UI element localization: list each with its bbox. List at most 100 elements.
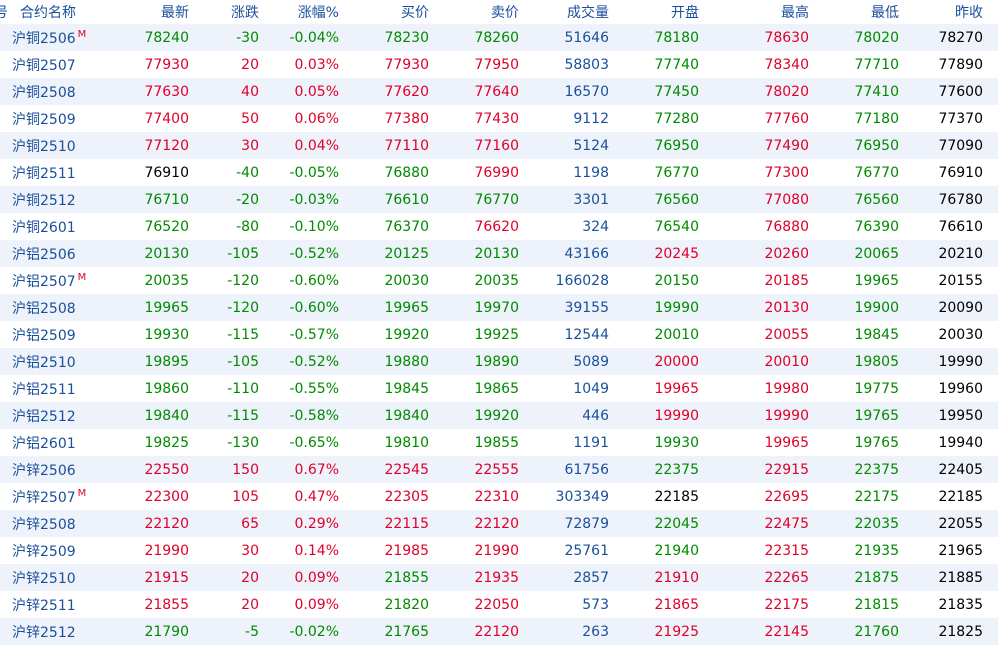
table-row[interactable]: 沪铜2509 77400 50 0.06% 77380 77430 9112 77280 777… <box>0 105 998 132</box>
open-price: 76770 <box>654 164 699 181</box>
table-row[interactable]: 沪锌2506 22550 150 0.67% 22545 22555 61756 22375 2… <box>0 456 998 483</box>
change-pct: 0.14% <box>294 542 339 559</box>
change: 65 <box>241 515 259 532</box>
high-price: 22695 <box>764 488 809 505</box>
table-row[interactable]: 沪铝2509 19930 -115 -0.57% 19920 19925 12544 2001… <box>0 321 998 348</box>
low-price: 76560 <box>854 191 899 208</box>
table-row[interactable]: 沪锌2507 M 22300 105 0.47% 22305 22310 303349 2218… <box>0 483 998 510</box>
header-volume[interactable]: 成交量 <box>524 2 614 22</box>
header-contract-label: 合约名称 <box>20 5 76 21</box>
low-price: 22375 <box>854 461 899 478</box>
table-row[interactable]: 沪铝2601 19825 -130 -0.65% 19810 19855 1191 19930… <box>0 429 998 456</box>
table-row[interactable]: 沪铜2512 76710 -20 -0.03% 76610 76770 3301 76560 7… <box>0 186 998 213</box>
volume: 1198 <box>573 164 609 181</box>
header-contract[interactable]: 号合约名称 <box>0 2 88 22</box>
ask-price: 76620 <box>474 218 519 235</box>
bid-price: 21985 <box>384 542 429 559</box>
header-low[interactable]: 最低 <box>814 2 904 22</box>
table-row[interactable]: 沪铜2511 76910 -40 -0.05% 76880 76990 1198 76770 7… <box>0 159 998 186</box>
ask-price: 76990 <box>474 164 519 181</box>
change: -40 <box>236 164 259 181</box>
header-change[interactable]: 涨跌 <box>194 2 264 22</box>
table-row[interactable]: 沪锌2510 21915 20 0.09% 21855 21935 2857 21910 222… <box>0 564 998 591</box>
header-last[interactable]: 最新 <box>88 2 194 22</box>
header-open[interactable]: 开盘 <box>614 2 704 22</box>
change-pct: -0.55% <box>289 380 339 397</box>
high-price: 20130 <box>764 299 809 316</box>
contract-name: 沪铝2512 <box>0 406 88 426</box>
change: -30 <box>236 29 259 46</box>
table-row[interactable]: 沪铝2506 20130 -105 -0.52% 20125 20130 43166 2024… <box>0 240 998 267</box>
table-row[interactable]: 沪锌2512 21790 -5 -0.02% 21765 22120 263 21925 221… <box>0 618 998 645</box>
table-row[interactable]: 沪铜2508 77630 40 0.05% 77620 77640 16570 77450 78… <box>0 78 998 105</box>
main-contract-badge: M <box>77 28 87 40</box>
low-price: 21935 <box>854 542 899 559</box>
header-high[interactable]: 最高 <box>704 2 814 22</box>
bid-price: 20030 <box>384 272 429 289</box>
low-price: 19965 <box>854 272 899 289</box>
contract-name-text: 沪铜2507 <box>12 57 76 74</box>
table-row[interactable]: 沪锌2511 21855 20 0.09% 21820 22050 573 21865 2217… <box>0 591 998 618</box>
change: -80 <box>236 218 259 235</box>
prev-close: 20155 <box>938 272 983 289</box>
table-row[interactable]: 沪锌2509 21990 30 0.14% 21985 21990 25761 21940 22… <box>0 537 998 564</box>
prev-close: 21835 <box>938 596 983 613</box>
table-row[interactable]: 沪铝2511 19860 -110 -0.55% 19845 19865 1049 19965… <box>0 375 998 402</box>
volume: 9112 <box>573 110 609 127</box>
table-row[interactable]: 沪铝2512 19840 -115 -0.58% 19840 19920 446 19990 1… <box>0 402 998 429</box>
bid-price: 22115 <box>384 515 429 532</box>
contract-name: 沪铝2510 <box>0 352 88 372</box>
contract-name: 沪锌2507 M <box>0 487 88 507</box>
ask-price: 77430 <box>474 110 519 127</box>
header-prev-close[interactable]: 昨收 <box>904 2 988 22</box>
high-price: 19980 <box>764 380 809 397</box>
header-change-pct[interactable]: 涨幅% <box>264 2 344 22</box>
table-row[interactable]: 沪铝2510 19895 -105 -0.52% 19880 19890 5089 20000… <box>0 348 998 375</box>
volume: 303349 <box>555 488 609 505</box>
last-price: 21915 <box>144 569 189 586</box>
low-price: 77180 <box>854 110 899 127</box>
last-price: 20035 <box>144 272 189 289</box>
high-price: 78020 <box>764 83 809 100</box>
change-pct: -0.65% <box>289 434 339 451</box>
high-price: 77300 <box>764 164 809 181</box>
high-price: 22265 <box>764 569 809 586</box>
prev-close: 21885 <box>938 569 983 586</box>
header-bid[interactable]: 买价 <box>344 2 434 22</box>
bid-price: 19845 <box>384 380 429 397</box>
table-row[interactable]: 沪锌2508 22120 65 0.29% 22115 22120 72879 22045 22… <box>0 510 998 537</box>
contract-name: 沪铝2508 <box>0 298 88 318</box>
ask-price: 76770 <box>474 191 519 208</box>
volume: 263 <box>582 623 609 640</box>
prev-close: 77090 <box>938 137 983 154</box>
bid-price: 77380 <box>384 110 429 127</box>
change: 30 <box>241 542 259 559</box>
change: 150 <box>232 461 259 478</box>
table-row[interactable]: 沪铜2510 77120 30 0.04% 77110 77160 5124 76950 774… <box>0 132 998 159</box>
volume: 58803 <box>564 56 609 73</box>
bid-price: 22305 <box>384 488 429 505</box>
bid-price: 21855 <box>384 569 429 586</box>
table-row[interactable]: 沪铜2506 M 78240 -30 -0.04% 78230 78260 51646 7818… <box>0 24 998 51</box>
table-row[interactable]: 沪铜2601 76520 -80 -0.10% 76370 76620 324 76540 76… <box>0 213 998 240</box>
contract-name: 沪铝2506 <box>0 244 88 264</box>
last-price: 19860 <box>144 380 189 397</box>
header-ask[interactable]: 卖价 <box>434 2 524 22</box>
change-pct: -0.04% <box>289 29 339 46</box>
prev-close: 21965 <box>938 542 983 559</box>
low-price: 21760 <box>854 623 899 640</box>
prev-close: 77890 <box>938 56 983 73</box>
contract-name-text: 沪锌2506 <box>12 462 76 479</box>
change-pct: 0.05% <box>294 83 339 100</box>
prev-close: 78270 <box>938 29 983 46</box>
change-pct: 0.03% <box>294 56 339 73</box>
high-price: 22475 <box>764 515 809 532</box>
table-row[interactable]: 沪铝2507 M 20035 -120 -0.60% 20030 20035 166028 20… <box>0 267 998 294</box>
last-price: 22120 <box>144 515 189 532</box>
bid-price: 76880 <box>384 164 429 181</box>
table-row[interactable]: 沪铝2508 19965 -120 -0.60% 19965 19970 39155 1999… <box>0 294 998 321</box>
ask-price: 20130 <box>474 245 519 262</box>
table-row[interactable]: 沪铜2507 77930 20 0.03% 77930 77950 58803 77740 78… <box>0 51 998 78</box>
ask-price: 77640 <box>474 83 519 100</box>
contract-name: 沪锌2509 <box>0 541 88 561</box>
